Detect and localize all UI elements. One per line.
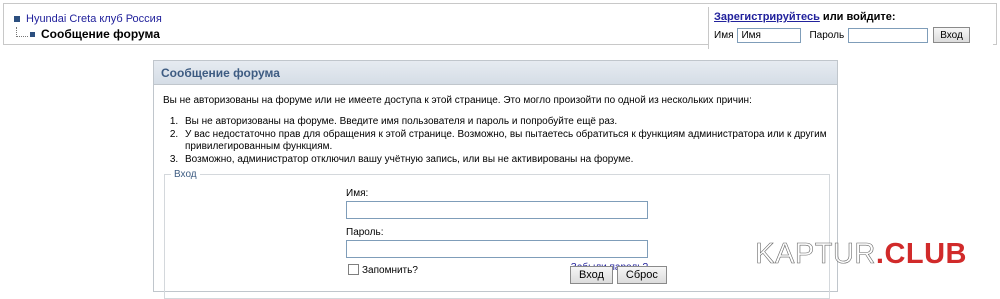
reason-item: У вас недостаточно прав для обращения к …	[181, 129, 828, 153]
watermark-main: KAPTUR	[755, 238, 876, 271]
watermark-suffix: .CLUB	[875, 238, 967, 270]
username-label: Имя:	[346, 188, 369, 199]
breadcrumb: Hyundai Creta клуб Россия Сообщение фору…	[14, 12, 162, 41]
square-bullet-icon	[14, 15, 20, 22]
header-password-input[interactable]	[848, 27, 929, 43]
register-link[interactable]: Зарегистрируйтесь	[714, 11, 820, 23]
password-input[interactable]	[346, 240, 648, 258]
password-label: Пароль:	[346, 227, 384, 238]
forum-message-panel: Сообщение форума Вы не авторизованы на ф…	[153, 60, 838, 299]
top-navbar: Hyundai Creta клуб Россия Сообщение фору…	[3, 3, 997, 49]
header-username-label: Имя	[714, 29, 734, 41]
header-password-label: Пароль	[809, 29, 845, 41]
login-legend: Вход	[174, 169, 197, 180]
intro-text: Вы не авторизованы на форуме или не имее…	[163, 95, 752, 106]
remember-checkbox[interactable]	[348, 264, 359, 275]
reasons-list: Вы не авторизованы на форуме. Введите им…	[163, 116, 828, 166]
tree-connector-icon	[16, 27, 28, 37]
remember-label: Запомнить?	[362, 265, 418, 276]
username-input[interactable]	[346, 201, 648, 219]
breadcrumb-current: Сообщение форума	[41, 27, 160, 41]
login-reset-button[interactable]: Сброс	[616, 266, 667, 284]
header-username-input[interactable]	[737, 27, 802, 43]
header-login-box: Зарегистрируйтесь или войдите: Имя Парол…	[708, 7, 993, 49]
reason-item: Возможно, администратор отключил вашу уч…	[181, 154, 828, 166]
login-submit-button[interactable]: Вход	[570, 266, 613, 284]
breadcrumb-forum-link[interactable]: Hyundai Creta клуб Россия	[26, 13, 162, 25]
panel-title: Сообщение форума	[154, 61, 837, 85]
header-login-button[interactable]: Вход	[933, 27, 970, 43]
reason-item: Вы не авторизованы на форуме. Введите им…	[181, 116, 828, 128]
square-bullet-icon	[30, 31, 35, 37]
login-fieldset: Вход Имя: Пароль: Запомнить? Забыли паро…	[164, 169, 830, 299]
site-watermark-logo: KAPTUR.CLUB	[755, 238, 967, 271]
login-prompt: или войдите:	[819, 11, 896, 23]
